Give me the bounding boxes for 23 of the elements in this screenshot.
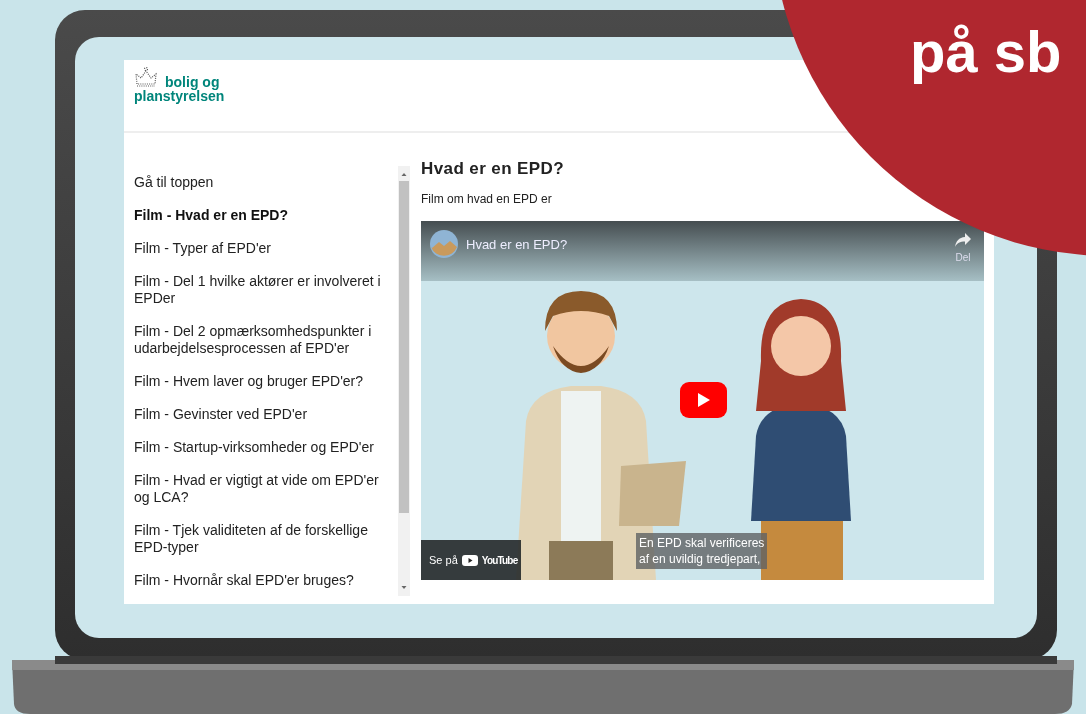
description-text: Film om hvad en EPD er [421, 192, 553, 206]
channel-avatar[interactable] [430, 230, 458, 258]
sidebar-link[interactable]: Film - Del 2 opmærksomhedspunkter i udarbejdelsesprocessen af EPD'er [134, 323, 398, 357]
sidebar-link[interactable]: Gå til toppen [134, 174, 398, 191]
overlay-heading: på sb [910, 20, 1062, 84]
crown-icon [134, 66, 158, 88]
play-icon [461, 554, 478, 566]
sidebar-link[interactable]: Film - Del 1 hvilke aktører er involveret i EPDer [134, 273, 398, 307]
sidebar-link[interactable]: Film - Startup-virksomheder og EPD'er [134, 439, 398, 456]
play-icon [696, 392, 711, 408]
page-heading: Hvad er en EPD? [421, 158, 565, 180]
sidebar-link[interactable]: Film - Hvad er en EPD? [134, 207, 398, 224]
sidebar-link[interactable]: Film - Typer af EPD'er [134, 240, 398, 257]
sidebar-link[interactable]: Film - Tjek validiteten af de forskellige EPD-typer [134, 522, 398, 556]
sidebar-link[interactable]: Film - Hvornår skal EPD'er bruges? [134, 572, 398, 589]
sidebar-link[interactable]: Film - Hvad er vigtigt at vide om EPD'er og LCA? [134, 472, 398, 506]
sidebar-link[interactable]: Film - Hvem laver og bruger EPD'er? [134, 373, 398, 390]
sidebar-link[interactable]: Film - Gevinster ved EPD'er [134, 406, 398, 423]
video-caption: En EPD skal verificeres af en uvildig tredjepart, [636, 533, 768, 569]
share-icon[interactable] [954, 232, 972, 248]
watch-on-youtube-button[interactable]: Se på YouTube [421, 540, 521, 580]
logo-wordmark[interactable]: bolig og planstyrelsen [134, 75, 225, 103]
play-button[interactable] [680, 382, 727, 418]
